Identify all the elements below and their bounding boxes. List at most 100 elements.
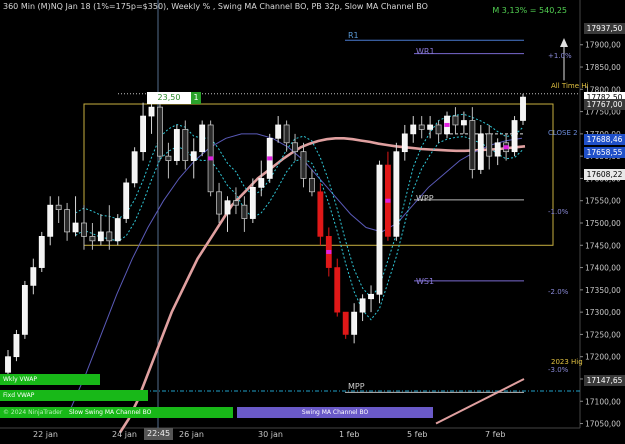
signal-marker	[444, 122, 450, 127]
fixd-vwap-bar: Fixd VWAP	[0, 390, 148, 401]
price-tick-label: 17450,00	[585, 241, 621, 250]
signal-marker	[503, 145, 509, 150]
candle-body	[148, 106, 155, 117]
pct-minus2-label: -2.0%	[548, 288, 569, 296]
candle-body	[351, 311, 358, 335]
price-tick-label: 17900,00	[585, 41, 621, 50]
candle-body	[334, 267, 341, 313]
candle-body	[393, 151, 400, 237]
high-2023-label: 2023 Hig	[551, 358, 583, 366]
all-time-high-label: All Time Hi	[551, 82, 589, 90]
candle-body	[494, 142, 501, 157]
close2-label: CLOSE 2	[548, 129, 578, 137]
candle-body	[72, 222, 79, 233]
price-tick-label: 17500,00	[585, 219, 621, 228]
price-box: 17937,50	[584, 22, 625, 34]
copyright-text: © 2024 NinjaTrader	[0, 407, 69, 418]
candle-body	[114, 218, 121, 242]
candle-body	[469, 120, 476, 170]
crosshair-time-tag: 22:45	[144, 428, 174, 440]
candle-body	[21, 285, 28, 335]
signal-marker	[208, 156, 214, 161]
slow-swing-bar: Slow Swing MA Channel BO	[66, 407, 233, 418]
candle-body	[342, 311, 349, 335]
candle-body	[410, 124, 417, 135]
candle-body	[460, 120, 467, 126]
price-tick-label: 17250,00	[585, 330, 621, 339]
slow-ma-channel-line	[69, 133, 523, 411]
candle-body	[401, 133, 408, 153]
candle-body	[435, 124, 442, 135]
price-box: 17767,00	[584, 98, 625, 110]
candle-body	[97, 231, 104, 242]
x-label-30jan: 30 jan	[258, 430, 283, 439]
candle-body	[131, 151, 138, 184]
price-tick-label: 17400,00	[585, 264, 621, 273]
candle-body	[418, 124, 425, 130]
candle-body	[89, 236, 96, 242]
range-box-label: 23,50	[147, 92, 191, 104]
x-label-1feb: 1 feb	[339, 430, 360, 439]
candle-body	[199, 124, 206, 153]
candle-body	[64, 209, 71, 233]
candle-body	[520, 96, 526, 121]
candle-body	[233, 200, 239, 206]
candle-body	[140, 115, 147, 153]
candle-body	[13, 334, 20, 358]
x-label-7feb: 7 feb	[485, 430, 506, 439]
target-arrow-head	[560, 38, 568, 47]
wkly-vwap-bar: Wkly VWAP	[0, 374, 100, 385]
signal-marker	[385, 198, 391, 203]
level-wr1-label: WR1	[416, 47, 435, 56]
x-label-26jan: 26 jan	[179, 430, 204, 439]
candle-body	[427, 124, 434, 130]
candle-body	[511, 120, 518, 153]
candle-body	[309, 178, 315, 193]
candle-body	[224, 200, 231, 215]
candle-body	[258, 178, 265, 188]
price-box: 17147,65	[584, 374, 625, 386]
candle-body	[55, 204, 62, 210]
pct-plus1-label: +1.0%	[548, 52, 572, 60]
x-label-22jan: 22 jan	[33, 430, 58, 439]
x-label-5feb: 5 feb	[407, 430, 428, 439]
candle-body	[81, 222, 87, 237]
price-box: 17688,46	[584, 133, 625, 145]
pnl-readout: M 3,13% = 540,25	[492, 6, 567, 15]
candle-body	[241, 204, 248, 219]
price-box: 17608,22	[584, 169, 625, 181]
signal-marker	[326, 249, 332, 254]
level-r1-label: R1	[348, 31, 359, 40]
level-wpp-label: WPP	[416, 194, 434, 203]
candle-body	[190, 151, 197, 161]
candle-body	[359, 298, 366, 313]
candle-body	[30, 267, 37, 286]
pct-minus1-label: -1.0%	[548, 208, 569, 216]
candle-body	[38, 236, 45, 268]
price-tick-label: 17850,00	[585, 63, 621, 72]
candle-body	[368, 293, 374, 300]
candle-body	[216, 191, 222, 215]
candle-body	[47, 204, 54, 237]
candle-body	[486, 133, 493, 157]
chart-title: 360 Min (M)NQ Jan 18 (1%=175p=$350), Wee…	[3, 2, 428, 11]
candle-body	[317, 191, 324, 237]
candle-body	[182, 129, 189, 161]
candle-body	[292, 142, 298, 153]
price-tick-label: 17050,00	[585, 420, 621, 429]
candle-body	[165, 155, 172, 161]
candle-body	[275, 124, 282, 139]
level-ws1-label: WS1	[416, 277, 435, 286]
candle-body	[157, 106, 163, 157]
slow-ma-rising-line	[435, 378, 525, 425]
level-mpp-label: MPP	[348, 382, 365, 391]
candle-body	[452, 115, 459, 126]
price-tick-label: 17350,00	[585, 286, 621, 295]
pct-minus3-label: -3.0%	[548, 366, 569, 374]
price-tick-label: 17300,00	[585, 308, 621, 317]
x-label-24jan: 24 jan	[112, 430, 137, 439]
candle-body	[300, 151, 307, 179]
price-tick-label: 17200,00	[585, 353, 621, 362]
candle-body	[249, 186, 256, 219]
candle-body	[376, 164, 383, 295]
